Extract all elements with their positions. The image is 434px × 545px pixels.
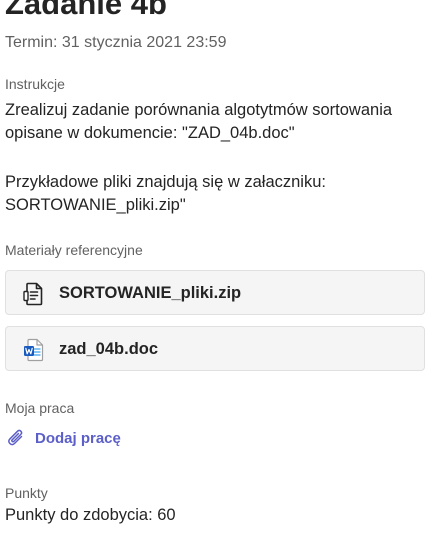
word-file-icon — [24, 338, 44, 362]
instructions-line-3: Przykładowe pliki znajdują się w załaczn… — [5, 173, 326, 191]
file-name-doc: zad_04b.doc — [59, 340, 159, 358]
reference-materials-label: Materiały referencyjne — [5, 242, 143, 258]
assignment-title: Zadanie 4b — [5, 0, 167, 21]
file-card-doc[interactable]: zad_04b.doc — [5, 326, 425, 371]
points-label: Punkty — [5, 485, 48, 501]
add-work-button[interactable]: Dodaj pracę — [5, 426, 121, 450]
due-date: Termin: 31 stycznia 2021 23:59 — [5, 34, 227, 51]
file-name-zip: SORTOWANIE_pliki.zip — [59, 284, 242, 302]
points-value: Punkty do zdobycia: 60 — [5, 506, 176, 524]
instructions-line-2: opisane w dokumencie: "ZAD_04b.doc" — [5, 124, 295, 142]
my-work-label: Moja praca — [5, 400, 75, 416]
zip-file-icon — [23, 282, 43, 306]
add-work-label: Dodaj pracę — [35, 429, 121, 447]
paperclip-icon — [8, 429, 23, 446]
instructions-line-1: Zrealizuj zadanie porównania algotytmów … — [5, 101, 393, 119]
instructions-label: Instrukcje — [5, 76, 65, 92]
file-card-zip[interactable]: SORTOWANIE_pliki.zip — [5, 270, 425, 315]
instructions-line-4: SORTOWANIE_pliki.zip" — [5, 196, 186, 214]
